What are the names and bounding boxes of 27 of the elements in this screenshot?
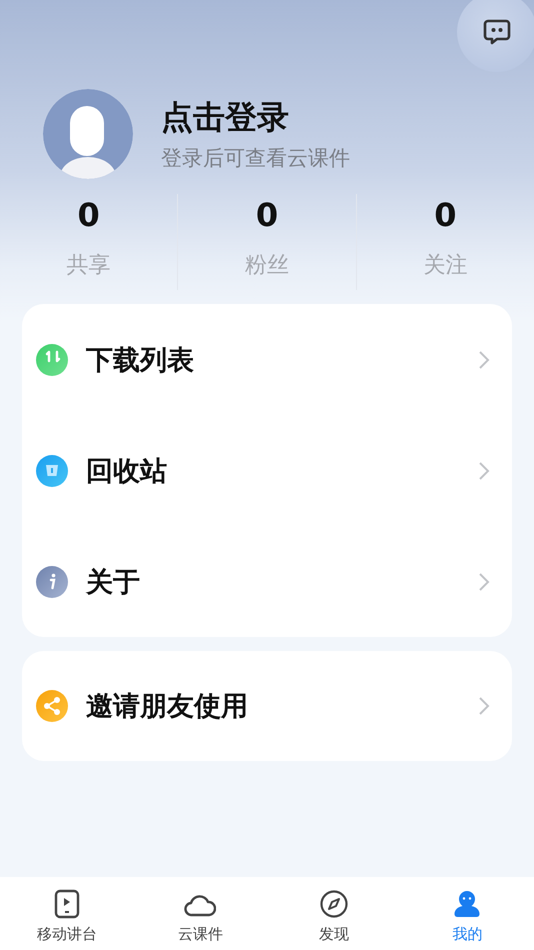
stat-count: 0 bbox=[78, 198, 100, 232]
menu-item[interactable]: 下载列表 bbox=[86, 342, 460, 378]
avatar-icon[interactable] bbox=[43, 89, 133, 179]
tablet-play-icon bbox=[54, 889, 80, 919]
tab-bar-item[interactable]: 云课件 bbox=[134, 877, 267, 950]
chevron-icon bbox=[478, 460, 490, 480]
menu-item[interactable]: 关于 bbox=[86, 564, 460, 600]
tab-bar-item[interactable]: 移动讲台 bbox=[0, 877, 134, 950]
chevron-icon bbox=[478, 572, 490, 592]
chevron-icon bbox=[478, 696, 490, 716]
arrows-icon bbox=[36, 344, 68, 376]
tab-bar-item[interactable]: 我的 bbox=[400, 877, 534, 950]
chat-icon bbox=[483, 19, 511, 45]
compass-icon bbox=[318, 889, 349, 919]
stat-count: 0 bbox=[256, 198, 278, 232]
login-hint: 登录后可查看云课件 bbox=[161, 145, 350, 172]
info-icon bbox=[36, 566, 68, 598]
cloud-icon bbox=[184, 893, 216, 919]
trash-icon bbox=[36, 454, 68, 486]
menu-item[interactable]: 邀请朋友使用 bbox=[86, 688, 460, 724]
share-icon bbox=[36, 690, 68, 722]
person-icon bbox=[452, 889, 482, 919]
chevron-icon bbox=[478, 350, 490, 370]
menu-item[interactable]: 回收站 bbox=[86, 452, 460, 488]
login-title[interactable]: 点击登录 bbox=[161, 96, 350, 140]
tab-bar-item[interactable]: 发现 bbox=[267, 877, 400, 950]
stat-count: 0 bbox=[434, 198, 456, 232]
